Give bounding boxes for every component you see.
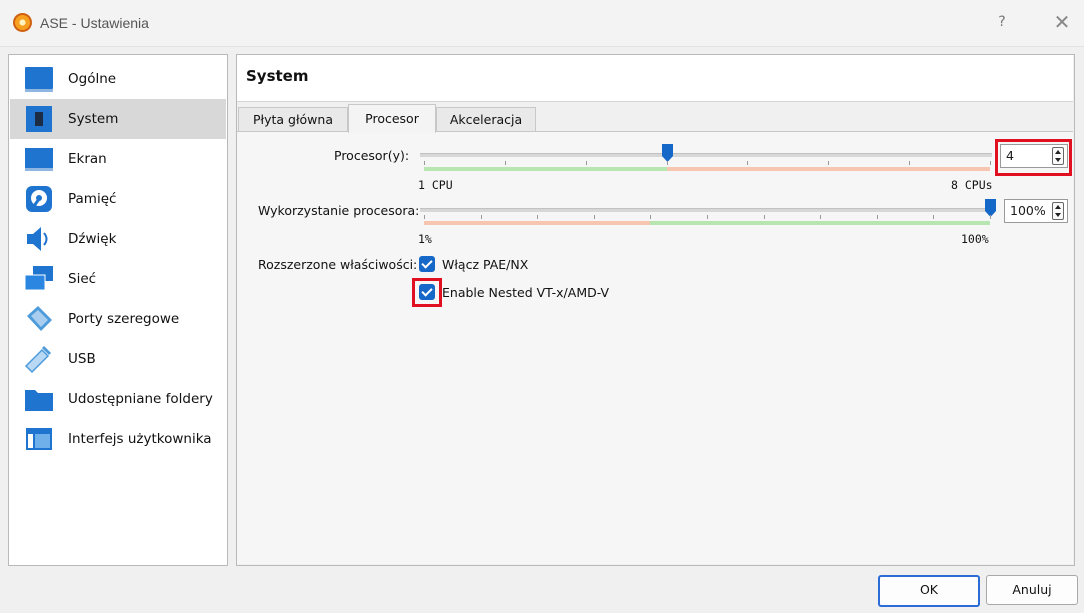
slider-tick	[707, 215, 708, 219]
serial-port-icon	[27, 306, 52, 331]
sidebar-item-label: Sieć	[68, 271, 97, 287]
cpus-highlight-box	[995, 139, 1072, 176]
execution-cap-spin-arrows-icon[interactable]	[1052, 202, 1064, 220]
cpus-max-label: 8 CPUs	[951, 178, 993, 192]
cpus-recommended-zone	[424, 167, 667, 171]
slider-tick	[666, 161, 668, 165]
sidebar-item-display[interactable]: Ekran	[10, 139, 226, 179]
sidebar-item-serial-ports[interactable]: Porty szeregowe	[10, 299, 226, 339]
cpus-slider-track	[420, 153, 992, 157]
settings-sidebar: Ogólne System Ekran Pamięć Dźwięk Sieć P…	[8, 54, 228, 566]
slider-tick	[933, 215, 935, 219]
execution-cap-label: Wykorzystanie procesora:	[258, 203, 420, 218]
nested-vtx-label: Enable Nested VT-x/AMD-V	[442, 285, 610, 300]
slider-tick	[828, 161, 830, 165]
cpus-min-label: 1 CPU	[418, 178, 453, 192]
page-title: System	[246, 67, 309, 85]
sidebar-item-label: Porty szeregowe	[68, 311, 180, 327]
folder-icon	[25, 390, 53, 411]
slider-tick	[990, 215, 991, 219]
title-bar	[0, 0, 1084, 47]
sidebar-item-user-interface[interactable]: Interfejs użytkownika	[10, 419, 226, 459]
extended-features-label: Rozszerzone właściwości:	[258, 257, 418, 272]
sidebar-item-label: Ekran	[68, 151, 107, 167]
execution-cap-low-zone	[424, 221, 651, 225]
chip-icon	[26, 106, 52, 132]
disk-icon	[26, 186, 52, 212]
sidebar-item-system[interactable]: System	[10, 99, 226, 139]
sidebar-item-audio[interactable]: Dźwięk	[10, 219, 226, 259]
monitor-icon	[25, 67, 53, 92]
close-button[interactable]: ✕	[1050, 10, 1074, 34]
pae-nx-label: Włącz PAE/NX	[442, 257, 529, 272]
tab-processor[interactable]: Procesor	[348, 104, 436, 133]
sidebar-item-storage[interactable]: Pamięć	[10, 179, 226, 219]
slider-tick	[585, 161, 587, 165]
cancel-button[interactable]: Anuluj	[986, 575, 1078, 605]
sidebar-item-label: Interfejs użytkownika	[68, 431, 212, 447]
slider-tick	[504, 161, 506, 165]
execution-cap-good-zone	[650, 221, 990, 225]
execution-cap-slider-track	[420, 208, 992, 212]
slider-tick	[876, 215, 878, 219]
display-icon	[25, 148, 53, 171]
cpus-overcommit-zone	[666, 167, 990, 171]
nested-vtx-highlight-box	[412, 278, 442, 307]
speaker-icon	[27, 227, 48, 251]
slider-tick	[480, 215, 482, 219]
sidebar-item-usb[interactable]: USB	[10, 339, 226, 379]
execution-cap-min-label: 1%	[418, 232, 432, 246]
network-icon	[24, 266, 53, 291]
processor-tab-pane	[237, 131, 1073, 564]
usb-icon	[24, 345, 52, 374]
help-button[interactable]: ?	[992, 12, 1012, 32]
ui-window-icon	[26, 428, 52, 450]
sidebar-item-label: Dźwięk	[68, 231, 117, 247]
sidebar-item-label: USB	[68, 351, 96, 367]
execution-cap-spinbox-value: 100%	[1010, 203, 1046, 218]
cpus-slider-handle[interactable]	[661, 144, 673, 162]
window-title: ASE - Ustawienia	[40, 15, 149, 31]
slider-tick	[537, 215, 539, 219]
execution-cap-max-label: 100%	[961, 232, 989, 246]
panel-header	[237, 55, 1073, 102]
slider-tick	[593, 215, 595, 219]
pae-nx-checkbox[interactable]	[419, 256, 435, 272]
slider-tick	[990, 161, 991, 165]
sidebar-item-label: Udostępniane foldery	[68, 391, 213, 407]
slider-tick	[763, 215, 765, 219]
tab-motherboard[interactable]: Płyta główna	[238, 107, 348, 132]
sidebar-item-label: Ogólne	[68, 71, 117, 87]
sidebar-item-general[interactable]: Ogólne	[10, 59, 226, 99]
slider-tick	[424, 215, 425, 219]
sidebar-item-label: System	[68, 111, 119, 127]
slider-tick	[909, 161, 911, 165]
sidebar-item-network[interactable]: Sieć	[10, 259, 226, 299]
execution-cap-spinbox[interactable]: 100%	[1004, 199, 1068, 223]
slider-tick	[424, 161, 425, 165]
ok-button[interactable]: OK	[878, 575, 980, 607]
virtualbox-app-icon	[13, 13, 32, 32]
slider-tick	[747, 161, 749, 165]
cpus-label: Procesor(y):	[334, 148, 410, 163]
tab-acceleration[interactable]: Akceleracja	[436, 107, 536, 132]
sidebar-item-label: Pamięć	[68, 191, 117, 207]
sidebar-item-shared-folders[interactable]: Udostępniane foldery	[10, 379, 226, 419]
slider-tick	[650, 215, 652, 219]
slider-tick	[820, 215, 822, 219]
